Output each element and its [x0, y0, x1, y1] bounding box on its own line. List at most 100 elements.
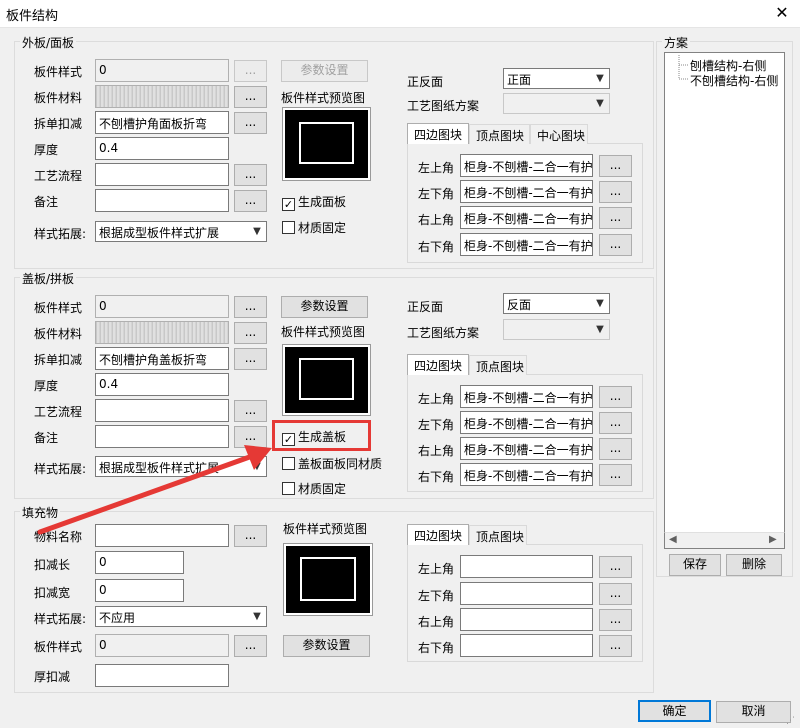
cover-expand-select[interactable]: 根据成型板件样式扩展 ▼ [95, 456, 267, 477]
cover-corner-field[interactable]: 柜身-不刨槽-二合一有护 [460, 437, 593, 460]
outer-plan-select[interactable]: ▼ [503, 93, 610, 114]
cover-fix-checkbox[interactable]: 材质固定 [282, 480, 346, 497]
fill-corner-browse-button[interactable]: ... [599, 609, 632, 631]
fill-style-field: 0 [95, 634, 229, 657]
resize-grip-icon[interactable]: ⋰ [786, 716, 796, 726]
cover-split-browse-button[interactable]: ... [234, 348, 267, 370]
outer-face-label: 正反面 [407, 75, 444, 89]
cover-corner-field[interactable]: 柜身-不刨槽-二合一有护 [460, 385, 593, 408]
cover-corner-browse-button[interactable]: ... [599, 386, 632, 408]
fill-style-label: 板件样式 [34, 640, 83, 654]
cover-split-field[interactable]: 不刨槽护角盖板折弯 [95, 347, 229, 370]
close-button[interactable]: ✕ [770, 2, 794, 24]
outer-thickness-field[interactable]: 0.4 [95, 137, 229, 160]
fill-thick-field[interactable] [95, 664, 229, 687]
cover-tab-vertex[interactable]: 顶点图块 [469, 355, 527, 375]
cover-face-select[interactable]: 反面 ▼ [503, 293, 610, 314]
cover-face-label: 正反面 [407, 300, 444, 314]
outer-style-browse-button[interactable]: ... [234, 60, 267, 82]
cover-corner-field[interactable]: 柜身-不刨槽-二合一有护 [460, 411, 593, 434]
cover-material-label: 板件材料 [34, 327, 83, 341]
outer-corner-field[interactable]: 柜身-不刨槽-二合一有护 [460, 233, 593, 256]
plans-scrollbar[interactable]: ◀ ▶ [664, 532, 785, 549]
chevron-down-icon: ▼ [253, 226, 261, 237]
outer-face-select[interactable]: 正面 ▼ [503, 68, 610, 89]
title-bar [0, 0, 800, 28]
fill-tab-edges[interactable]: 四边图块 [407, 524, 469, 545]
outer-process-browse-button[interactable]: ... [234, 164, 267, 186]
outer-corner-browse-button[interactable]: ... [599, 181, 632, 203]
cover-corner-label: 左下角 [418, 418, 455, 432]
cover-corner-browse-button[interactable]: ... [599, 412, 632, 434]
ok-button[interactable]: 确定 [638, 700, 711, 722]
outer-gen-checkbox[interactable]: ✓ 生成面板 [282, 193, 346, 211]
fill-param-button[interactable]: 参数设置 [283, 635, 370, 657]
outer-expand-select[interactable]: 根据成型板件样式扩展 ▼ [95, 221, 267, 242]
outer-corner-browse-button[interactable]: ... [599, 207, 632, 229]
fill-corner-field[interactable] [460, 608, 593, 631]
fill-style-browse-button[interactable]: ... [234, 635, 267, 657]
fill-corner-browse-button[interactable]: ... [599, 583, 632, 605]
fill-corner-label: 左下角 [418, 589, 455, 603]
cover-corner-browse-button[interactable]: ... [599, 438, 632, 460]
chevron-left-icon[interactable]: ◀ [669, 534, 677, 545]
cover-corner-browse-button[interactable]: ... [599, 464, 632, 486]
plans-tree[interactable]: 刨槽结构-右侧 不刨槽结构-右侧 [664, 52, 785, 549]
cover-style-browse-button[interactable]: ... [234, 296, 267, 318]
cover-plan-label: 工艺图纸方案 [407, 326, 480, 340]
cover-plan-select[interactable]: ▼ [503, 319, 610, 340]
outer-corner-label: 左下角 [418, 187, 455, 201]
cover-thickness-field[interactable]: 0.4 [95, 373, 229, 396]
outer-split-field[interactable]: 不刨槽护角面板折弯 [95, 111, 229, 134]
fill-expand-select[interactable]: 不应用 ▼ [95, 606, 267, 627]
fill-dlen-field[interactable]: 0 [95, 551, 184, 574]
outer-material-swatch[interactable] [95, 85, 229, 108]
cover-same-label: 盖板面板同材质 [298, 457, 383, 471]
cover-material-swatch[interactable] [95, 321, 229, 344]
cover-style-label: 板件样式 [34, 301, 83, 315]
save-button[interactable]: 保存 [669, 554, 721, 576]
cover-note-browse-button[interactable]: ... [234, 426, 267, 448]
fill-dwid-field[interactable]: 0 [95, 579, 184, 602]
chevron-right-icon[interactable]: ▶ [769, 534, 777, 545]
cover-tab-edges[interactable]: 四边图块 [407, 354, 469, 375]
outer-corner-field[interactable]: 柜身-不刨槽-二合一有护 [460, 180, 593, 203]
check-icon: ✓ [282, 198, 295, 211]
fill-tab-vertex[interactable]: 顶点图块 [469, 525, 527, 545]
fill-corner-field[interactable] [460, 582, 593, 605]
delete-button[interactable]: 删除 [726, 554, 782, 576]
cover-corner-field[interactable]: 柜身-不刨槽-二合一有护 [460, 463, 593, 486]
cover-note-field[interactable] [95, 425, 229, 448]
outer-note-field[interactable] [95, 189, 229, 212]
cover-param-button[interactable]: 参数设置 [281, 296, 368, 318]
cover-material-browse-button[interactable]: ... [234, 322, 267, 344]
outer-split-browse-button[interactable]: ... [234, 112, 267, 134]
cover-process-browse-button[interactable]: ... [234, 400, 267, 422]
outer-fix-checkbox[interactable]: 材质固定 [282, 219, 346, 236]
outer-corner-field[interactable]: 柜身-不刨槽-二合一有护 [460, 154, 593, 177]
cover-gen-checkbox[interactable]: ✓ 生成盖板 [282, 428, 346, 446]
outer-material-browse-button[interactable]: ... [234, 86, 267, 108]
outer-param-button[interactable]: 参数设置 [281, 60, 368, 82]
outer-corner-browse-button[interactable]: ... [599, 234, 632, 256]
cover-process-field[interactable] [95, 399, 229, 422]
cover-thickness-label: 厚度 [34, 379, 59, 393]
outer-tab-center[interactable]: 中心图块 [530, 124, 588, 144]
fill-corner-browse-button[interactable]: ... [599, 556, 632, 578]
outer-tab-edges[interactable]: 四边图块 [407, 123, 469, 144]
fill-name-browse-button[interactable]: ... [234, 525, 267, 547]
plan-item[interactable]: 不刨槽结构-右侧 [690, 72, 778, 89]
outer-split-label: 拆单扣减 [34, 117, 83, 131]
outer-note-browse-button[interactable]: ... [234, 190, 267, 212]
cover-preview-image [282, 344, 371, 416]
outer-corner-browse-button[interactable]: ... [599, 155, 632, 177]
outer-process-field[interactable] [95, 163, 229, 186]
fill-corner-field[interactable] [460, 634, 593, 657]
fill-corner-field[interactable] [460, 555, 593, 578]
outer-tab-vertex[interactable]: 顶点图块 [469, 124, 530, 144]
cancel-button[interactable]: 取消 [716, 701, 791, 723]
outer-corner-field[interactable]: 柜身-不刨槽-二合一有护 [460, 206, 593, 229]
fill-name-field[interactable] [95, 524, 229, 547]
fill-corner-browse-button[interactable]: ... [599, 635, 632, 657]
cover-same-material-checkbox[interactable]: 盖板面板同材质 [282, 455, 382, 472]
